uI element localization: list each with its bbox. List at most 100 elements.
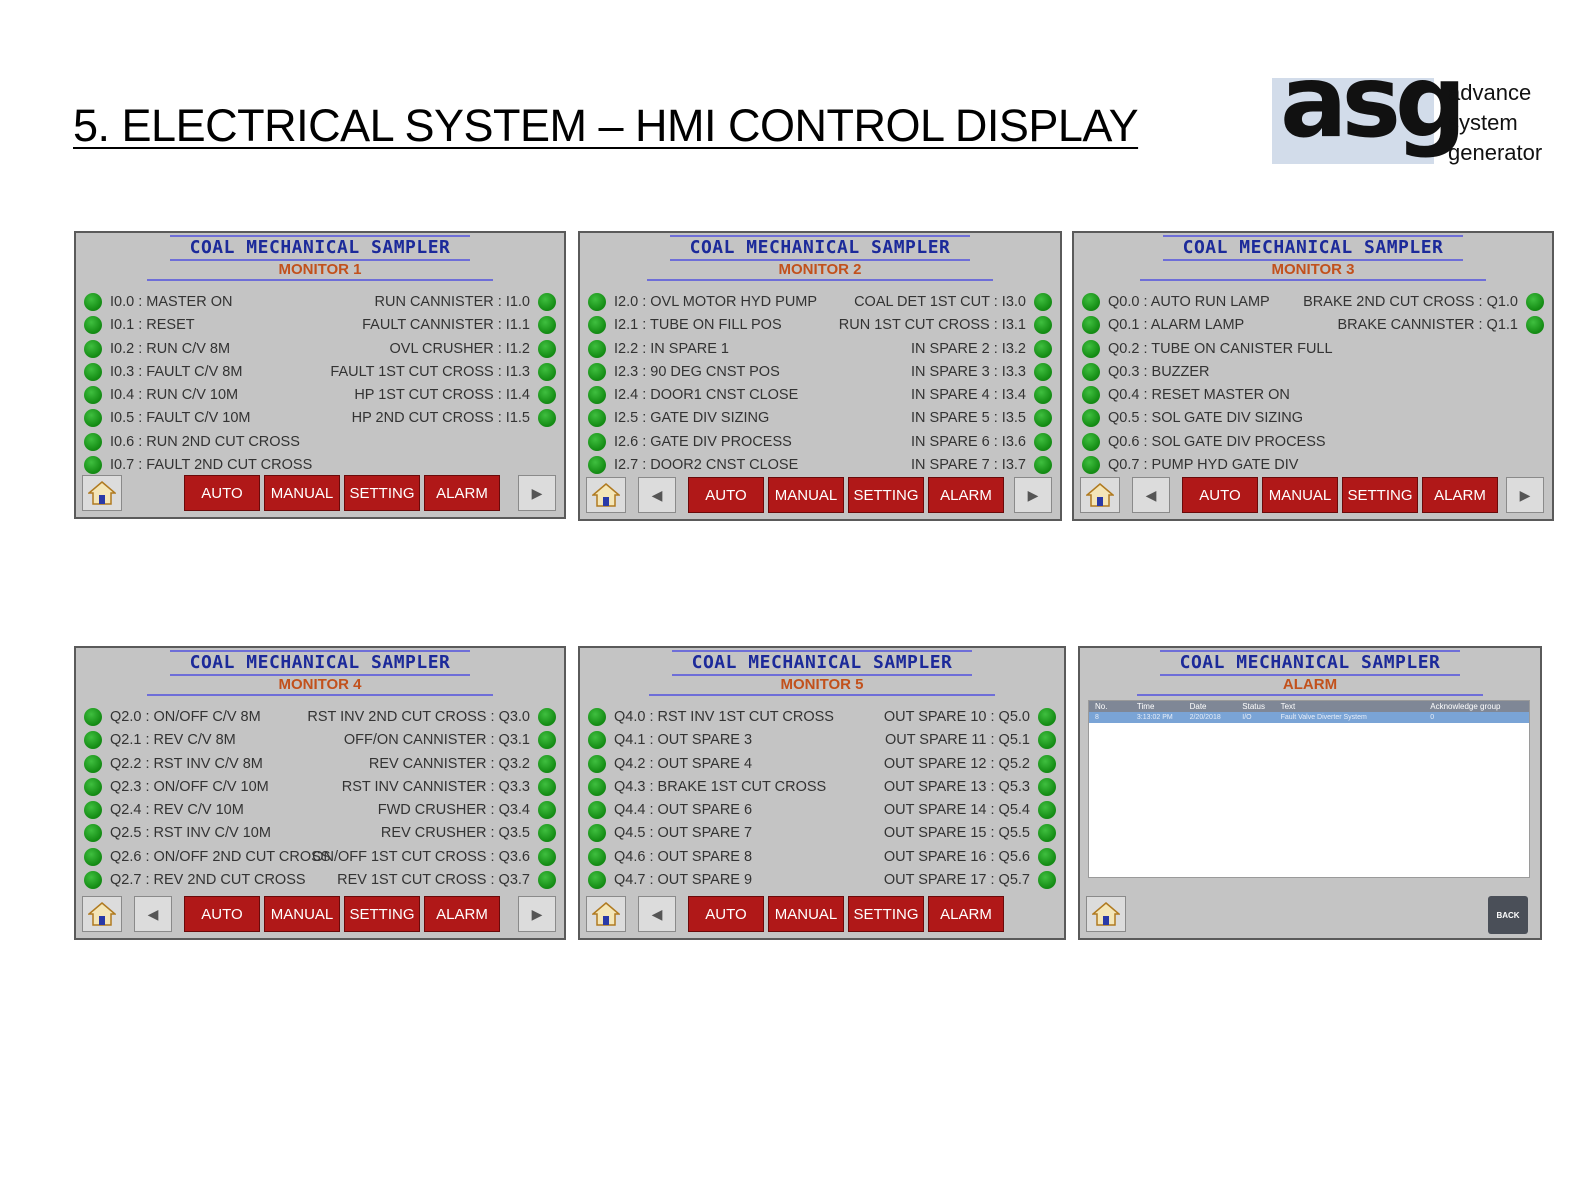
io-label: I2.6 : GATE DIV PROCESS (614, 433, 792, 450)
status-led-icon (538, 708, 556, 726)
io-item-right: OVL CRUSHER : I1.2 (390, 339, 556, 358)
io-item-right: IN SPARE 2 : I3.2 (911, 339, 1052, 358)
manual-button[interactable]: MANUAL (768, 896, 844, 932)
status-led-icon (588, 456, 606, 475)
home-button[interactable] (586, 896, 626, 932)
alarm-button[interactable]: ALARM (928, 896, 1004, 932)
monitor-panel-4: COAL MECHANICAL SAMPLER MONITOR 4 Q2.0 :… (74, 646, 566, 940)
auto-button[interactable]: AUTO (688, 896, 764, 932)
prev-button[interactable]: ◀ (1132, 477, 1170, 513)
status-led-icon (588, 801, 606, 820)
status-led-icon (1526, 316, 1544, 335)
io-label: OUT SPARE 10 : Q5.0 (883, 709, 1030, 725)
io-item-right: IN SPARE 4 : I3.4 (911, 386, 1052, 405)
panel-title: COAL MECHANICAL SAMPLER (671, 650, 973, 676)
prev-button[interactable]: ◀ (134, 896, 172, 932)
io-row: I0.5 : FAULT C/V 10M HP 2ND CUT CROSS : I… (84, 407, 556, 430)
auto-button[interactable]: AUTO (688, 477, 764, 513)
io-label: OUT SPARE 16 : Q5.6 (883, 848, 1030, 865)
panel-subtitle: ALARM (1137, 676, 1483, 696)
setting-button[interactable]: SETTING (1342, 477, 1418, 513)
panel-subtitle: MONITOR 2 (647, 261, 993, 281)
status-led-icon (538, 316, 556, 335)
auto-button[interactable]: AUTO (184, 475, 260, 511)
manual-button[interactable]: MANUAL (264, 475, 340, 511)
status-led-icon (538, 293, 556, 311)
panel-title: COAL MECHANICAL SAMPLER (169, 235, 471, 261)
alarm-button[interactable]: ALARM (424, 896, 500, 932)
io-row: Q0.5 : SOL GATE DIV SIZING (1082, 407, 1544, 430)
io-item-left: I2.1 : TUBE ON FILL POS (588, 316, 782, 335)
back-button[interactable]: BACK (1488, 896, 1528, 934)
io-label: I2.7 : DOOR2 CNST CLOSE (614, 457, 799, 474)
setting-button[interactable]: SETTING (344, 896, 420, 932)
status-led-icon (538, 362, 556, 381)
setting-button[interactable]: SETTING (344, 475, 420, 511)
io-item-right: OUT SPARE 12 : Q5.2 (883, 754, 1056, 773)
panel-subtitle: MONITOR 4 (147, 676, 493, 696)
alarm-button[interactable]: ALARM (424, 475, 500, 511)
home-icon (88, 902, 116, 926)
status-led-icon (84, 754, 102, 773)
status-led-icon (84, 824, 102, 843)
next-button[interactable]: ▶ (1014, 477, 1052, 513)
setting-button[interactable]: SETTING (848, 896, 924, 932)
io-label: OUT SPARE 17 : Q5.7 (883, 872, 1030, 889)
status-led-icon (1038, 777, 1056, 796)
io-item-left: Q0.1 : ALARM LAMP (1082, 316, 1244, 335)
io-label: Q0.7 : PUMP HYD GATE DIV (1108, 457, 1299, 474)
status-led-icon (1038, 754, 1056, 773)
home-button[interactable] (1086, 896, 1126, 932)
io-item-left: I0.4 : RUN C/V 10M (84, 386, 238, 405)
io-label: I0.7 : FAULT 2ND CUT CROSS (110, 457, 313, 474)
io-item-left: I0.0 : MASTER ON (84, 293, 232, 311)
status-led-icon (538, 824, 556, 843)
manual-button[interactable]: MANUAL (1262, 477, 1338, 513)
io-label: FAULT 1ST CUT CROSS : I1.3 (330, 363, 530, 380)
io-item-left: Q2.3 : ON/OFF C/V 10M (84, 777, 269, 796)
io-row: I2.1 : TUBE ON FILL POS RUN 1ST CUT CROSS… (588, 314, 1052, 337)
auto-button[interactable]: AUTO (1182, 477, 1258, 513)
manual-button[interactable]: MANUAL (264, 896, 340, 932)
io-label: IN SPARE 3 : I3.3 (911, 363, 1026, 380)
io-row: I2.0 : OVL MOTOR HYD PUMP COAL DET 1ST CU… (588, 291, 1052, 314)
arrow-right-icon: ▶ (531, 484, 543, 501)
home-button[interactable] (1080, 477, 1120, 513)
next-button[interactable]: ▶ (518, 896, 556, 932)
io-item-right: FAULT CANNISTER : I1.1 (362, 316, 556, 335)
prev-button[interactable]: ◀ (638, 896, 676, 932)
io-row: Q0.2 : TUBE ON CANISTER FULL (1082, 338, 1544, 361)
io-label: Q0.5 : SOL GATE DIV SIZING (1108, 410, 1303, 427)
status-led-icon (588, 409, 606, 428)
status-led-icon (1034, 339, 1052, 358)
nav-bar: ◀ AUTO MANUAL SETTING ALARM ▶ (82, 896, 558, 932)
alarm-table-row[interactable]: 8 3:13:02 PM 2/20/2018 I/O Fault Valve Diver… (1089, 712, 1529, 723)
io-item-left: Q4.6 : OUT SPARE 8 (588, 847, 752, 866)
alarm-button[interactable]: ALARM (928, 477, 1004, 513)
io-label: I0.0 : MASTER ON (110, 294, 233, 310)
io-row: Q4.5 : OUT SPARE 7 OUT SPARE 15 : Q5.5 (588, 822, 1056, 845)
io-label: Q2.1 : REV C/V 8M (110, 732, 236, 749)
alarm-table[interactable]: No. Time Date Status Text Acknowledge group 8… (1088, 700, 1530, 878)
arrow-left-icon: ◀ (147, 905, 159, 922)
auto-button[interactable]: AUTO (184, 896, 260, 932)
setting-button[interactable]: SETTING (848, 477, 924, 513)
status-led-icon (588, 432, 606, 451)
alarm-button[interactable]: ALARM (1422, 477, 1498, 513)
next-button[interactable]: ▶ (518, 475, 556, 511)
io-label: OUT SPARE 12 : Q5.2 (883, 755, 1030, 772)
io-item-right: RUN 1ST CUT CROSS : I3.1 (839, 316, 1052, 335)
alarm-table-header: No. Time Date Status Text Acknowledge group (1089, 701, 1529, 712)
io-label: OUT SPARE 13 : Q5.3 (883, 778, 1030, 795)
io-label: HP 1ST CUT CROSS : I1.4 (354, 387, 530, 404)
prev-button[interactable]: ◀ (638, 477, 676, 513)
home-button[interactable] (586, 477, 626, 513)
manual-button[interactable]: MANUAL (768, 477, 844, 513)
io-item-left: Q2.2 : RST INV C/V 8M (84, 754, 263, 773)
alarm-cell: Fault Valve Diverter System (1280, 714, 1367, 721)
status-led-icon (1082, 386, 1100, 405)
home-button[interactable] (82, 896, 122, 932)
logo-mark: asg (1272, 52, 1467, 164)
next-button[interactable]: ▶ (1506, 477, 1544, 513)
home-button[interactable] (82, 475, 122, 511)
